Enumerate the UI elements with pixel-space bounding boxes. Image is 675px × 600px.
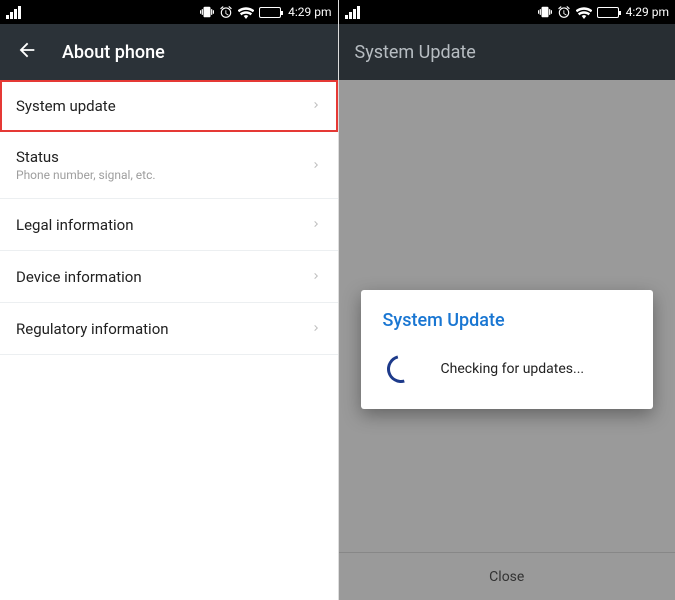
- vibrate-icon: [538, 5, 552, 19]
- list-item-title: Regulatory information: [16, 320, 169, 338]
- chevron-right-icon: [310, 96, 322, 115]
- settings-list: System update Status Phone number, signa…: [0, 80, 338, 600]
- item-system-update[interactable]: System update: [0, 80, 338, 132]
- signal-icon: [345, 6, 361, 19]
- wifi-icon: [238, 6, 254, 19]
- chevron-right-icon: [310, 319, 322, 338]
- status-bar: 4:29 pm: [339, 0, 675, 24]
- item-status[interactable]: Status Phone number, signal, etc.: [0, 132, 338, 199]
- screen-system-update: 4:29 pm System Update System Update Chec…: [338, 0, 675, 600]
- close-button-label: Close: [489, 569, 524, 585]
- back-icon[interactable]: [16, 39, 38, 65]
- list-item-title: System update: [16, 97, 116, 115]
- screen-about-phone: 4:29 pm About phone System update Status…: [0, 0, 338, 600]
- alarm-icon: [557, 5, 571, 19]
- page-title: System Update: [355, 42, 476, 63]
- status-clock: 4:29 pm: [288, 5, 331, 19]
- chevron-right-icon: [310, 267, 322, 286]
- status-bar: 4:29 pm: [0, 0, 338, 24]
- dialog-message: Checking for updates...: [441, 361, 585, 377]
- app-bar: System Update: [339, 24, 675, 80]
- list-item-title: Legal information: [16, 216, 133, 234]
- list-item-sub: Phone number, signal, etc.: [16, 168, 156, 182]
- app-bar: About phone: [0, 24, 338, 80]
- status-clock: 4:29 pm: [626, 5, 669, 19]
- battery-icon: [259, 7, 281, 18]
- system-update-dialog: System Update Checking for updates...: [361, 290, 654, 409]
- item-regulatory-information[interactable]: Regulatory information: [0, 303, 338, 355]
- chevron-right-icon: [310, 156, 322, 175]
- item-legal-information[interactable]: Legal information: [0, 199, 338, 251]
- wifi-icon: [576, 6, 592, 19]
- close-button[interactable]: Close: [339, 552, 675, 600]
- dialog-title: System Update: [383, 310, 632, 331]
- alarm-icon: [219, 5, 233, 19]
- item-device-information[interactable]: Device information: [0, 251, 338, 303]
- modal-scrim: System Update Checking for updates... Cl…: [339, 80, 675, 600]
- chevron-right-icon: [310, 215, 322, 234]
- list-item-title: Device information: [16, 268, 142, 286]
- signal-icon: [6, 6, 22, 19]
- battery-icon: [597, 7, 619, 18]
- vibrate-icon: [200, 5, 214, 19]
- page-title: About phone: [62, 42, 165, 63]
- loading-spinner-icon: [381, 350, 419, 388]
- list-item-title: Status: [16, 148, 156, 166]
